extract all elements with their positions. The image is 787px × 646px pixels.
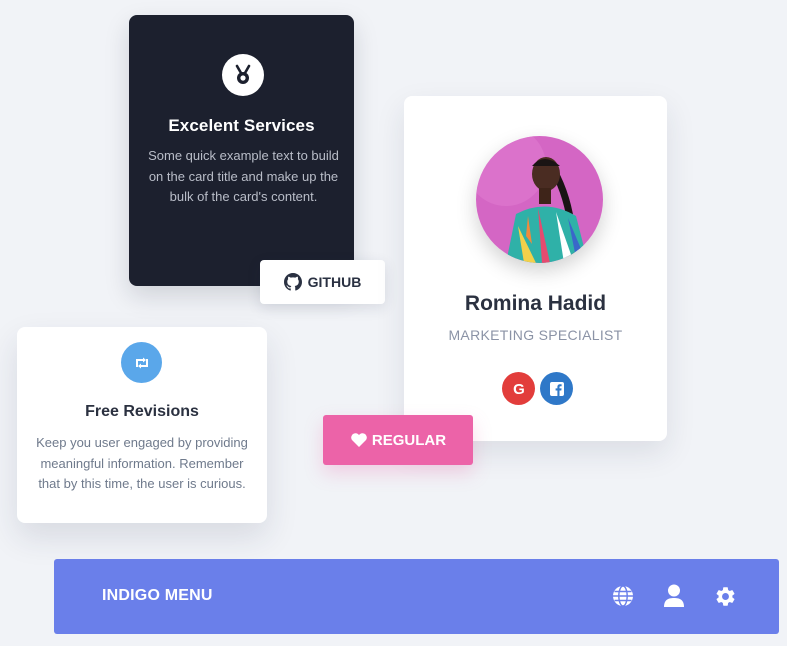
user-icon[interactable] <box>662 584 686 608</box>
svg-text:G: G <box>513 381 525 397</box>
profile-role: MARKETING SPECIALIST <box>448 327 623 343</box>
github-icon <box>283 273 302 291</box>
regular-button[interactable]: REGULAR <box>323 415 473 465</box>
gear-icon[interactable] <box>713 584 737 608</box>
menu-title[interactable]: INDIGO MENU <box>102 587 213 605</box>
services-card: Excelent Services Some quick example tex… <box>129 15 354 286</box>
regular-button-label: REGULAR <box>371 431 447 449</box>
profile-card: Romina Hadid MARKETING SPECIALIST G <box>404 96 667 441</box>
indigo-menu: INDIGO MENU <box>54 559 779 634</box>
profile-name: Romina Hadid <box>464 292 607 315</box>
revisions-card-title: Free Revisions <box>85 403 199 420</box>
revisions-card: Free Revisions Keep you user engaged by … <box>17 327 267 523</box>
avatar <box>476 136 603 263</box>
retweet-icon <box>121 342 162 383</box>
services-card-body: Some quick example text to build on the … <box>148 148 339 204</box>
github-button-label: GITHUB <box>307 274 362 290</box>
github-button[interactable]: GITHUB <box>260 260 385 304</box>
revisions-card-body: Keep you user engaged by providing meani… <box>36 435 248 491</box>
services-card-title: Excelent Services <box>168 116 315 135</box>
medal-icon <box>222 54 264 96</box>
google-icon[interactable]: G <box>502 372 535 405</box>
facebook-icon[interactable] <box>540 372 573 405</box>
heart-icon <box>351 433 367 447</box>
globe-icon[interactable] <box>611 584 635 608</box>
